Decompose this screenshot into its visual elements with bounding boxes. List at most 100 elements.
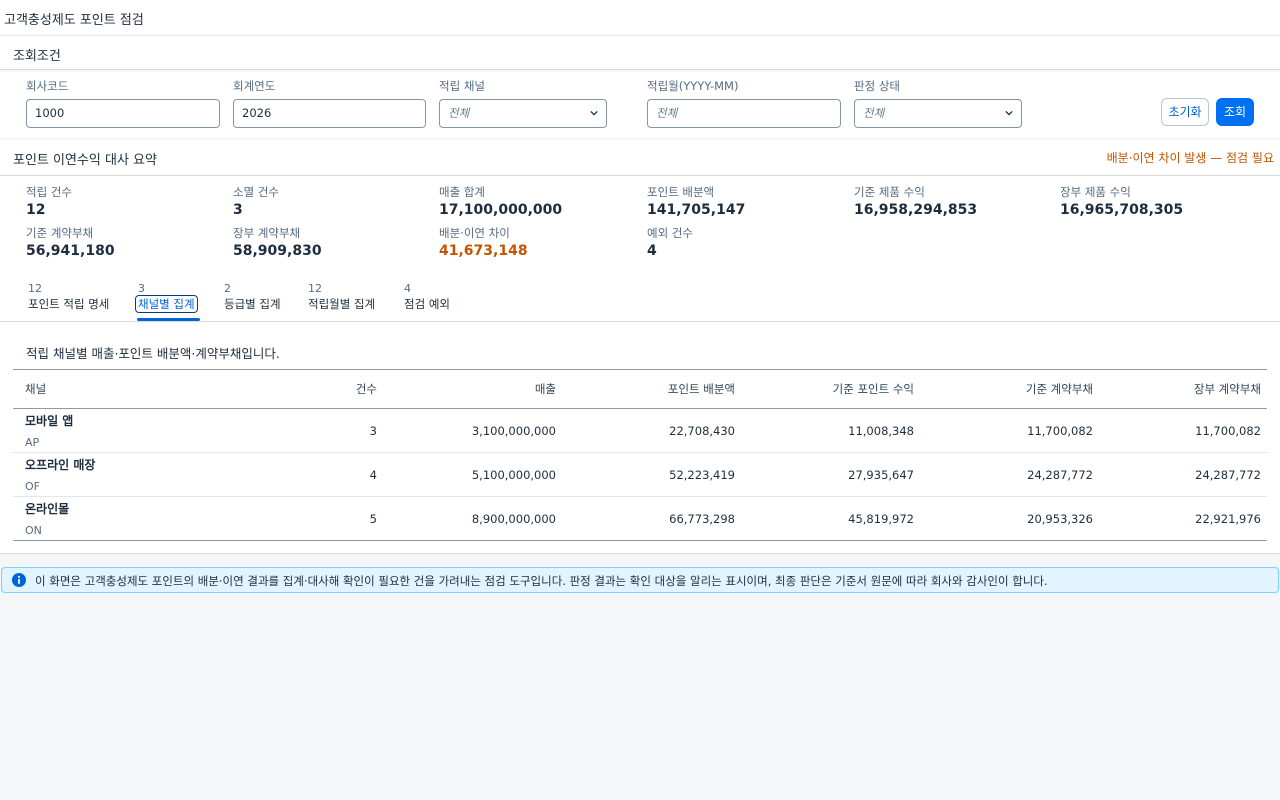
kpi-exception-count: 예외 건수 4 <box>647 226 693 259</box>
page-title: 고객충성제도 포인트 점검 <box>4 13 144 28</box>
active-tab-indicator <box>137 318 200 321</box>
channel-select[interactable]: 전체 <box>439 99 607 128</box>
company-code-label: 회사코드 <box>26 79 69 93</box>
column-header: 매출 <box>383 369 562 409</box>
kpi-value: 56,941,180 <box>26 243 115 259</box>
chevron-down-icon <box>590 110 598 116</box>
kpi-value: 58,909,830 <box>233 243 322 259</box>
company-code-input[interactable]: 1000 <box>26 99 220 128</box>
tab-label: 채널별 집계 <box>135 295 198 313</box>
kpi-label: 배분·이연 차이 <box>439 226 510 240</box>
channel-summary-table: 채널 건수 매출 포인트 배분액 기준 포인트 수익 기준 계약부채 장부 계약… <box>13 369 1267 541</box>
filter-section-title: 조회조건 <box>13 49 61 64</box>
tab-label: 적립월별 집계 <box>308 297 376 311</box>
filter-area: 회사코드 1000 회계연도 2026 적립 채널 전체 적립월(YYYY-MM… <box>0 72 1280 138</box>
kpi-expiry-count: 소멸 건수 3 <box>233 185 279 218</box>
tab-count: 12 <box>308 282 322 295</box>
month-input[interactable]: 전체 <box>647 99 841 128</box>
fiscal-year-input[interactable]: 2026 <box>233 99 426 128</box>
kpi-label: 장부 계약부채 <box>233 226 301 240</box>
kpi-value: 4 <box>647 243 657 259</box>
column-header: 장부 계약부채 <box>1099 369 1267 409</box>
tab-channel-summary[interactable]: 3 채널별 집계 <box>135 282 198 313</box>
panel-description: 적립 채널별 매출·포인트 배분액·계약부채입니다. <box>26 346 280 361</box>
channel-name: 온라인몰 <box>25 502 70 516</box>
sales-cell: 8,900,000,000 <box>471 511 556 526</box>
kpi-label: 적립 건수 <box>26 185 72 199</box>
info-message-text: 이 화면은 고객충성제도 포인트의 배분·이연 결과를 집계·대사해 확인이 필… <box>35 574 1048 588</box>
kpi-label: 기준 제품 수익 <box>854 185 925 199</box>
kpi-std-liability: 기준 계약부채 56,941,180 <box>26 226 115 259</box>
kpi-std-product-revenue: 기준 제품 수익 16,958,294,853 <box>854 185 977 218</box>
tab-label: 등급별 집계 <box>224 297 281 311</box>
allocation-cell: 66,773,298 <box>669 511 735 526</box>
std-liability-cell: 11,700,082 <box>920 408 1099 453</box>
filter-section-header: 조회조건 <box>0 36 1280 70</box>
column-header: 포인트 배분액 <box>562 369 741 409</box>
count-cell: 5 <box>369 511 377 526</box>
tab-accrual-detail[interactable]: 12 포인트 적립 명세 <box>28 282 109 312</box>
channel-name: 오프라인 매장 <box>25 458 96 472</box>
channel-label: 적립 채널 <box>439 79 485 93</box>
kpi-value: 17,100,000,000 <box>439 202 563 218</box>
channel-select-value: 전체 <box>448 106 470 120</box>
table-row[interactable]: 온라인몰 ON 5 8,900,000,000 66,773,298 45,81… <box>13 497 1267 541</box>
info-message-strip: 이 화면은 고객충성제도 포인트의 배분·이연 결과를 집계·대사해 확인이 필… <box>1 567 1279 593</box>
table-row[interactable]: 오프라인 매장 OF 4 5,100,000,000 52,223,419 27… <box>13 452 1267 497</box>
count-cell: 3 <box>273 408 383 453</box>
status-select[interactable]: 전체 <box>854 99 1022 128</box>
column-header: 기준 포인트 수익 <box>741 369 920 409</box>
info-icon <box>12 573 26 587</box>
kpi-value: 3 <box>233 202 243 218</box>
summary-area: 적립 건수 12 소멸 건수 3 매출 합계 17,100,000,000 포인… <box>0 176 1280 270</box>
kpi-label: 기준 계약부채 <box>26 226 94 240</box>
kpi-allocation-difference: 배분·이연 차이 41,673,148 <box>439 226 528 259</box>
reset-button[interactable]: 초기화 <box>1161 98 1209 126</box>
point-revenue-cell: 11,008,348 <box>741 408 920 453</box>
kpi-accrual-count: 적립 건수 12 <box>26 185 72 218</box>
kpi-label: 장부 제품 수익 <box>1060 185 1131 199</box>
channel-cell: 오프라인 매장 OF <box>13 452 273 497</box>
tab-count: 3 <box>138 282 145 295</box>
column-header: 건수 <box>273 369 383 409</box>
kpi-book-product-revenue: 장부 제품 수익 16,965,708,305 <box>1060 185 1183 218</box>
book-liability-cell: 11,700,082 <box>1099 408 1267 453</box>
kpi-value: 141,705,147 <box>647 202 746 218</box>
kpi-value: 41,673,148 <box>439 243 528 259</box>
column-header: 기준 계약부채 <box>920 369 1099 409</box>
tab-count: 4 <box>404 282 411 295</box>
channel-code: OF <box>25 480 40 493</box>
status-field: 판정 상태 전체 <box>854 78 1022 128</box>
table-row[interactable]: 모바일 앱 AP 3 3,100,000,000 22,708,430 11,0… <box>13 408 1267 453</box>
tab-bar: 12 포인트 적립 명세 3 채널별 집계 2 등급별 집계 12 적립월별 집… <box>0 270 1280 322</box>
fiscal-year-field: 회계연도 2026 <box>233 78 426 128</box>
point-revenue-cell: 45,819,972 <box>848 511 914 526</box>
sales-cell: 5,100,000,000 <box>383 452 562 497</box>
tab-exceptions[interactable]: 4 점검 예외 <box>404 282 450 312</box>
page-header: 고객충성제도 포인트 점검 <box>0 0 1280 36</box>
tab-label: 점검 예외 <box>404 297 450 311</box>
chevron-down-icon <box>1005 110 1013 116</box>
channel-name: 모바일 앱 <box>25 414 74 428</box>
book-liability-cell: 24,287,772 <box>1099 452 1267 497</box>
search-button[interactable]: 조회 <box>1216 98 1254 126</box>
summary-section-title: 포인트 이연수익 대사 요약 <box>13 153 157 168</box>
kpi-value: 12 <box>26 202 46 218</box>
tab-count: 2 <box>224 282 231 295</box>
tab-label: 포인트 적립 명세 <box>28 297 110 311</box>
channel-cell: 온라인몰 ON <box>13 497 273 541</box>
std-liability-cell: 20,953,326 <box>1027 511 1093 526</box>
status-select-value: 전체 <box>863 106 885 120</box>
status-label: 판정 상태 <box>854 79 900 93</box>
tab-tier-summary[interactable]: 2 등급별 집계 <box>224 282 281 312</box>
channel-summary-panel: 적립 채널별 매출·포인트 배분액·계약부채입니다. 채널 건수 매출 포인트 … <box>0 322 1280 554</box>
summary-section-header: 포인트 이연수익 대사 요약 <box>0 140 1280 176</box>
tab-month-summary[interactable]: 12 적립월별 집계 <box>308 282 375 312</box>
summary-warning: 배분·이연 차이 발생 — 점검 필요 <box>1106 151 1274 165</box>
company-code-field: 회사코드 1000 <box>26 78 220 128</box>
allocation-cell: 22,708,430 <box>562 408 741 453</box>
channel-field: 적립 채널 전체 <box>439 78 607 128</box>
fiscal-year-label: 회계연도 <box>233 79 276 93</box>
kpi-label: 포인트 배분액 <box>647 185 715 199</box>
allocation-cell: 52,223,419 <box>562 452 741 497</box>
